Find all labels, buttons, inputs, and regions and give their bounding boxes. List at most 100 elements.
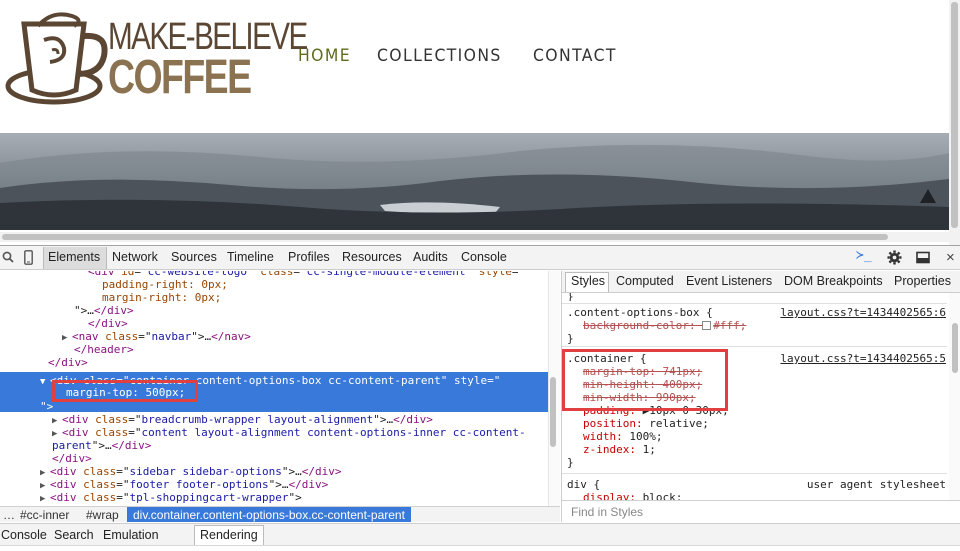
dom-tree-token: "> <box>288 491 302 504</box>
nav-collections[interactable]: COLLECTIONS <box>377 46 502 66</box>
tab-profiles[interactable]: Profiles <box>288 250 330 264</box>
tab-computed[interactable]: Computed <box>616 274 674 288</box>
triangle-right-icon[interactable]: ▶ <box>62 332 72 345</box>
dom-tree-token: cc-single-module-element <box>306 271 466 278</box>
dom-tree-token: </div> <box>48 356 88 369</box>
css-prop-width[interactable]: width: 100%; <box>583 430 663 443</box>
breadcrumb-wrap[interactable]: #wrap <box>86 508 119 522</box>
css-prop-background-color[interactable]: background-color: #fff; <box>583 319 746 332</box>
styles-sidebar: Styles Computed Event Listeners DOM Brea… <box>561 271 960 522</box>
dom-tree-token: "> <box>91 439 105 452</box>
tab-event-listeners[interactable]: Event Listeners <box>686 274 772 288</box>
dom-tree-token: <div <box>62 426 96 439</box>
breadcrumb-ellipsis[interactable]: … <box>3 508 15 522</box>
dom-tree-line[interactable]: ▶ <nav class="navbar">…</nav> <box>62 330 251 343</box>
dom-tree-line[interactable]: ▶ <div class="sidebar sidebar-options">…<… <box>40 465 341 478</box>
dom-tree-line[interactable]: ▶ <div class="breadcrumb-wrapper layout-a… <box>52 413 433 426</box>
find-in-styles-input[interactable]: Find in Styles <box>562 500 960 522</box>
elements-vertical-scroll-thumb[interactable] <box>550 377 556 447</box>
dock-side-icon[interactable] <box>916 251 931 264</box>
dom-tree-token: "> <box>281 465 296 478</box>
device-mode-icon[interactable] <box>24 250 33 265</box>
dom-tree-token: <div <box>50 465 84 478</box>
breadcrumb-cc-inner[interactable]: #cc-inner <box>20 508 69 522</box>
dom-tree-token: =" <box>293 271 307 278</box>
rule-separator <box>562 473 947 474</box>
dom-tree-token: margin-right: 0px; <box>102 291 222 304</box>
rule-source-link-2[interactable]: layout.css?t=1434402565:5 <box>780 352 946 365</box>
nav-contact[interactable]: CONTACT <box>533 46 617 66</box>
dom-tree-line[interactable]: ▶ <div class="footer footer-options">…</d… <box>40 478 328 491</box>
tab-styles[interactable]: Styles <box>571 274 605 288</box>
site-horizontal-scroll-thumb[interactable] <box>2 234 888 240</box>
rule-selector-div[interactable]: div { <box>567 478 600 491</box>
tab-network[interactable]: Network <box>112 250 158 264</box>
drawer-tab-emulation[interactable]: Emulation <box>103 528 159 542</box>
drawer-content <box>0 545 960 551</box>
dom-tree-token: </div> <box>93 304 134 317</box>
drawer-tab-rendering[interactable]: Rendering <box>200 528 258 542</box>
dom-tree-line[interactable]: padding-right: 0px; <box>102 278 228 291</box>
dom-tree-line[interactable]: </div> <box>48 356 88 369</box>
dom-tree-line[interactable]: margin-right: 0px; <box>102 291 221 304</box>
css-prop-position[interactable]: position: relative; <box>583 417 709 430</box>
rule-selector-content-options-box[interactable]: .content-options-box { <box>567 306 713 319</box>
hero-mountain-image <box>0 133 949 230</box>
devtools-panel: Elements Network Sources Timeline Profil… <box>0 245 960 551</box>
close-icon[interactable]: × <box>946 249 955 266</box>
dom-tree-token: </header> <box>74 343 134 356</box>
dom-tree-line[interactable]: </header> <box>74 343 134 356</box>
tab-sources[interactable]: Sources <box>171 250 217 264</box>
rule-close-brace-top: } <box>567 293 574 301</box>
styles-vertical-scroll-thumb[interactable] <box>952 323 958 373</box>
dom-tree-line[interactable]: </div> <box>52 452 92 465</box>
dom-tree-token: =" <box>116 491 130 504</box>
magnifier-icon[interactable] <box>2 251 14 263</box>
dom-tree-line[interactable]: ▶ <div class="tpl-shoppingcart-wrapper"> <box>40 491 302 504</box>
gear-icon[interactable] <box>887 250 902 265</box>
dom-tree-token: =" <box>138 330 152 343</box>
tab-audits[interactable]: Audits <box>413 250 448 264</box>
drawer-tab-search[interactable]: Search <box>54 528 94 542</box>
console-drawer-icon[interactable]: ≻_ <box>856 248 872 263</box>
dom-tree-token: class <box>83 491 117 504</box>
tab-resources[interactable]: Resources <box>342 250 402 264</box>
tab-timeline[interactable]: Timeline <box>227 250 274 264</box>
dom-tree-token: … <box>295 465 302 478</box>
dom-tree-token: class <box>83 465 117 478</box>
dom-tree-token: "> <box>74 304 88 317</box>
rule-close-brace: } <box>567 332 574 345</box>
dom-tree-token: =" <box>116 465 130 478</box>
rule-separator <box>562 346 947 347</box>
dom-tree-token: <nav <box>72 330 106 343</box>
drawer-tab-console[interactable]: Console <box>1 528 47 542</box>
tab-dom-breakpoints[interactable]: DOM Breakpoints <box>784 274 883 288</box>
dom-tree-token: … <box>105 439 112 452</box>
dom-tree-line[interactable]: ▶ <div class="content layout-alignment co… <box>52 426 526 439</box>
dom-tree-line[interactable]: ">…</div> <box>74 304 134 317</box>
css-prop-display[interactable]: display: block; <box>583 491 682 500</box>
dom-tree-line[interactable]: <div id="cc-website-logo" class="cc-sing… <box>88 271 525 278</box>
website-viewport: MAKE-BELIEVE COFFEE HOME COLLECTIONS CON… <box>0 0 960 245</box>
breadcrumb-active-node[interactable]: div.container.content-options-box.cc-con… <box>127 507 411 522</box>
dom-tree-line[interactable]: </div> <box>88 317 128 330</box>
color-swatch-icon[interactable] <box>702 321 712 330</box>
dom-tree-token: "> <box>268 478 282 491</box>
triangle-down-icon[interactable]: ▼ <box>40 376 50 389</box>
nav-home[interactable]: HOME <box>298 46 351 66</box>
rule-source-link-1[interactable]: layout.css?t=1434402565:6 <box>780 306 946 319</box>
elements-dom-tree[interactable]: <div id="cc-website-logo" class="cc-sing… <box>0 271 560 507</box>
tab-properties[interactable]: Properties <box>894 274 951 288</box>
dom-tree-token: " <box>440 374 455 387</box>
dom-tree-token: padding-right: 0px; <box>102 278 228 291</box>
annotation-box-inline-style <box>52 380 198 402</box>
tab-elements[interactable]: Elements <box>48 250 100 264</box>
css-prop-z-index[interactable]: z-index: 1; <box>583 443 656 456</box>
triangle-right-icon[interactable]: ▶ <box>40 493 50 506</box>
site-vertical-scroll-thumb[interactable] <box>951 2 958 228</box>
dom-tree-token: <div <box>88 271 122 278</box>
dom-tree-token: </div> <box>288 478 329 491</box>
dom-tree-line[interactable]: parent">…</div> <box>52 439 151 452</box>
tab-console[interactable]: Console <box>461 250 507 264</box>
dom-tree-token: … <box>87 304 94 317</box>
